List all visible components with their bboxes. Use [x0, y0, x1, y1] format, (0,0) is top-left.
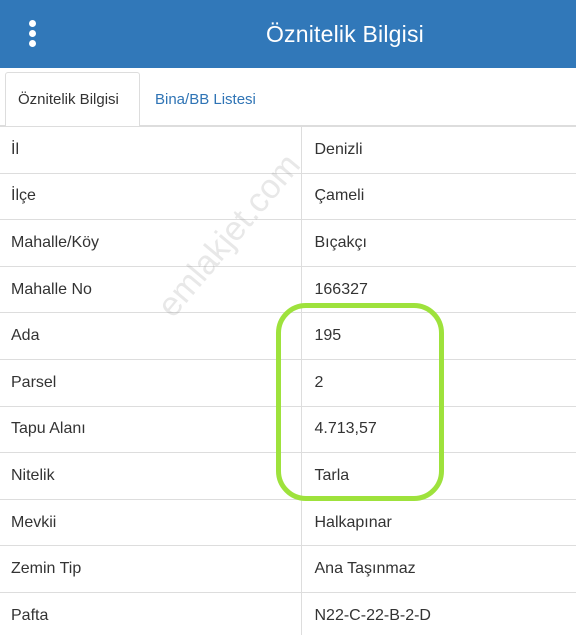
row-value: Bıçakçı	[301, 219, 576, 267]
row-value: Halkapınar	[301, 498, 576, 546]
app-header: Öznitelik Bilgisi	[0, 0, 576, 68]
row-key: Pafta	[0, 591, 302, 635]
table-row: Mevkii Halkapınar	[0, 498, 576, 546]
row-key: Parsel	[0, 358, 302, 407]
row-key: İl	[0, 126, 302, 174]
page-title: Öznitelik Bilgisi	[265, 20, 424, 47]
table-row: Nitelik Tarla	[0, 452, 576, 500]
table-row: İl Denizli	[0, 126, 576, 174]
row-value: Çameli	[301, 172, 576, 220]
row-value: Denizli	[301, 126, 576, 174]
tab-bar: Öznitelik Bilgisi Bina/BB Listesi	[0, 68, 576, 127]
row-value: Tarla	[301, 452, 576, 500]
row-value: 195	[301, 312, 576, 360]
attribute-table: İl Denizli İlçe Çameli Mahalle/Köy Bıçak…	[0, 126, 576, 635]
table-row: Zemin Tip Ana Taşınmaz	[0, 545, 576, 593]
row-key: Zemin Tip	[0, 545, 302, 593]
row-value: Ana Taşınmaz	[301, 545, 576, 593]
row-value: 2	[301, 358, 576, 407]
table-row: Parsel 2	[0, 358, 576, 407]
row-key: Mahalle/Köy	[0, 219, 302, 267]
tab-bina-bb-listesi[interactable]: Bina/BB Listesi	[143, 72, 268, 127]
table-row: Tapu Alanı 4.713,57	[0, 405, 576, 453]
table-row: Mahalle/Köy Bıçakçı	[0, 219, 576, 267]
row-key: Mevkii	[0, 498, 302, 546]
row-value: 4.713,57	[301, 405, 576, 453]
table-row: Pafta N22-C-22-B-2-D	[0, 591, 576, 635]
row-key: Ada	[0, 312, 302, 360]
row-key: Nitelik	[0, 452, 302, 500]
row-value: 166327	[301, 265, 576, 313]
tab-oznitelik-bilgisi[interactable]: Öznitelik Bilgisi	[5, 72, 140, 127]
table-row: Mahalle No 166327	[0, 265, 576, 313]
table-row: Ada 195	[0, 312, 576, 360]
row-key: Mahalle No	[0, 265, 302, 313]
table-row: İlçe Çameli	[0, 172, 576, 220]
row-value: N22-C-22-B-2-D	[301, 591, 576, 635]
row-key: İlçe	[0, 172, 302, 220]
row-key: Tapu Alanı	[0, 405, 302, 453]
